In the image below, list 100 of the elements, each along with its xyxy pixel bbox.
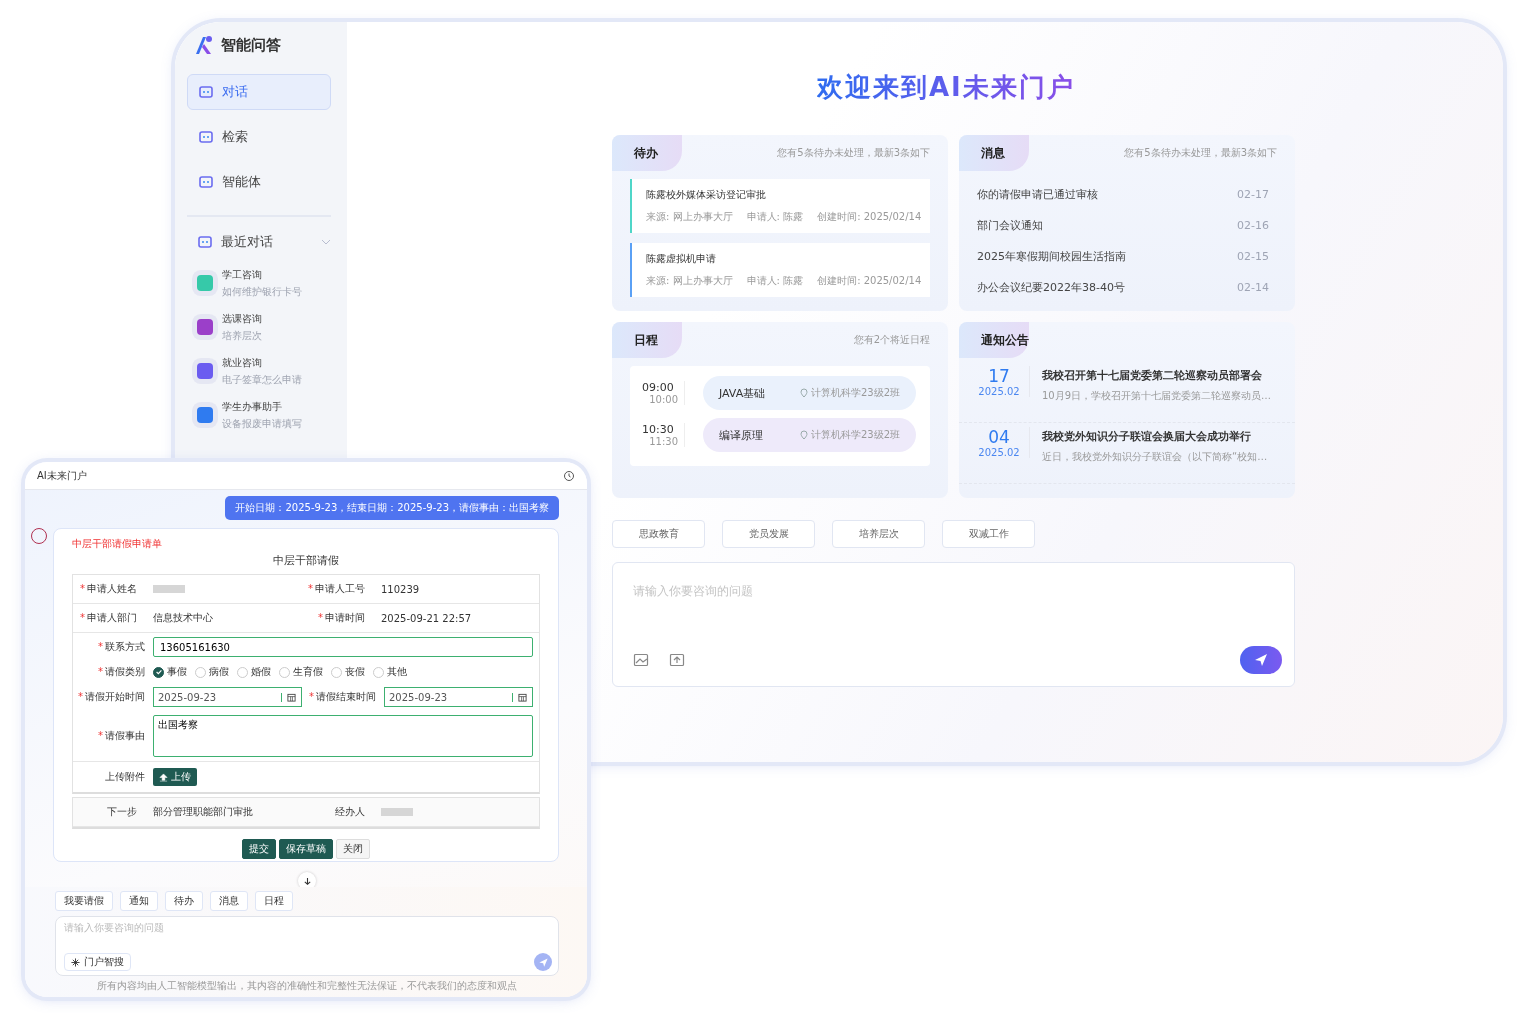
todo-item[interactable]: 陈露虚拟机申请 来源: 网上办事大厅 申请人: 陈露 创建时间: 2025/02/14 (630, 243, 930, 297)
paper-plane-icon (1253, 652, 1269, 668)
form-button[interactable]: 提交 (242, 839, 276, 859)
leave-type-option[interactable]: 丧假 (331, 665, 365, 679)
history-icon[interactable] (563, 469, 575, 482)
todo-applicant: 申请人: 陈露 (746, 274, 804, 288)
send-button[interactable] (1240, 646, 1282, 674)
notice-day: 17 (988, 366, 1010, 386)
form-note: 中层干部请假申请单 (72, 537, 163, 551)
field-value: 2025-09-21 22:57 (380, 612, 473, 624)
leave-type-option[interactable]: 事假 (153, 665, 187, 679)
nav-item[interactable]: 对话 (187, 74, 331, 110)
card-title: 日程 (612, 322, 682, 358)
scroll-down-button[interactable] (298, 872, 316, 887)
upload-button[interactable]: 上传 (153, 768, 197, 786)
field-label: * 申请人工号 (307, 582, 366, 596)
leave-type-option[interactable]: 病假 (195, 665, 229, 679)
message-date: 02-14 (1237, 281, 1269, 294)
arrow-down-icon (302, 876, 312, 886)
message-title[interactable]: 部门会议通知 (977, 218, 1043, 233)
field-label: * 请假事由 (97, 729, 146, 743)
field-label: * 请假类别 (97, 665, 146, 679)
notice-title[interactable]: 我校召开第十七届党委第二轮巡察动员部署会 (1042, 369, 1272, 383)
notice-title[interactable]: 我校党外知识分子联谊会换届大会成功举行 (1042, 430, 1268, 444)
field-label: * 请假开始时间 (77, 690, 146, 704)
field-label: 经办人 (334, 805, 366, 819)
message-date: 02-16 (1237, 219, 1269, 232)
topic-tag[interactable]: 思政教育 (612, 520, 705, 548)
message-title[interactable]: 你的请假申请已通过审核 (977, 187, 1098, 202)
question-field[interactable]: 请输入你要咨询的问题 门户智搜 (55, 916, 559, 976)
recent-chat-item[interactable]: 学工咨询 如何维护银行卡号 (187, 261, 331, 305)
quick-tag[interactable]: 我要请假 (55, 891, 113, 911)
upload-icon (159, 772, 168, 782)
field-label: * 申请人部门 (79, 611, 138, 625)
quick-tag[interactable]: 日程 (255, 891, 293, 911)
todo-source: 来源: 网上办事大厅 (646, 274, 733, 288)
notice-day: 04 (988, 427, 1010, 447)
chat-preview: 培养层次 (222, 328, 262, 343)
chat-preview: 如何维护银行卡号 (222, 284, 302, 299)
todo-date: 创建时间: 2025/02/14 (817, 210, 922, 224)
section-title: 最近对话 (221, 233, 274, 251)
card-summary: 您有5条待办未处理，最新3条如下 (777, 146, 931, 160)
location-pin-icon (799, 430, 808, 440)
todo-applicant: 申请人: 陈露 (746, 210, 804, 224)
app-title: 智能问答 (221, 35, 281, 55)
user-message: 开始日期：2025-9-23，结束日期：2025-9-23，请假事由：出国考察 (225, 496, 559, 520)
card-title: 通知公告 (959, 322, 1029, 358)
notice-month: 2025.02 (978, 386, 1020, 397)
card-title: 消息 (959, 135, 1029, 171)
nav-icon (198, 84, 214, 100)
upload-icon[interactable] (669, 652, 685, 668)
nav-icon (198, 174, 214, 190)
topic-tag[interactable]: 双减工作 (942, 520, 1035, 548)
field-label: * 申请时间 (317, 611, 366, 625)
leave-type-option[interactable]: 生育假 (279, 665, 323, 679)
end-time: 11:30 (649, 436, 678, 447)
notice-summary: 近日，我校党外知识分子联谊会（以下简称“校知… (1042, 450, 1268, 464)
chat-title: 学生办事助手 (222, 399, 283, 414)
recent-chat-item[interactable]: 选课咨询 培养层次 (187, 305, 331, 349)
message-date: 02-15 (1237, 250, 1269, 263)
recent-chat-item[interactable]: 学生办事助手 设备报废申请填写 (187, 393, 331, 437)
todo-item[interactable]: 陈露校外媒体采访登记审批 来源: 网上办事大厅 申请人: 陈露 创建时间: 2025/02/14 (630, 179, 930, 233)
leave-type-option[interactable]: 其他 (373, 665, 407, 679)
todo-source: 来源: 网上办事大厅 (646, 210, 733, 224)
image-icon[interactable] (633, 652, 649, 668)
leave-type-option[interactable]: 婚假 (237, 665, 271, 679)
course-pill[interactable]: JAVA基础 计算机科学23级2班 (703, 376, 916, 410)
sparkle-icon (71, 957, 80, 967)
contact-field[interactable]: 13605161630 (153, 637, 533, 657)
topic-tag[interactable]: 培养层次 (832, 520, 925, 548)
date-field[interactable]: 2025-09-23 (384, 687, 533, 707)
quick-tag[interactable]: 消息 (210, 891, 248, 911)
quick-tag[interactable]: 待办 (165, 891, 203, 911)
form-button[interactable]: 关闭 (336, 839, 370, 859)
field-label: 下一步 (106, 805, 138, 819)
card-summary: 您有2个将近日程 (853, 333, 931, 347)
date-field[interactable]: 2025-09-23 (153, 687, 302, 707)
start-time: 10:30 (642, 423, 675, 436)
start-time: 09:00 (642, 381, 675, 394)
topic-tag[interactable]: 党员发展 (722, 520, 815, 548)
reason-field[interactable]: 出国考察 (153, 715, 533, 757)
search-tool-button[interactable]: 门户智搜 (64, 953, 131, 971)
nav-item[interactable]: 检索 (187, 119, 331, 155)
chat-preview: 电子签章怎么申请 (222, 372, 302, 387)
form-button[interactable]: 保存草稿 (279, 839, 333, 859)
field-value: 110239 (380, 583, 421, 595)
field-value: 部分管理职能部门审批 (152, 805, 254, 819)
message-title[interactable]: 办公会议纪要2022年38-40号 (977, 280, 1125, 295)
todo-date: 创建时间: 2025/02/14 (817, 274, 922, 288)
location-pin-icon (799, 388, 808, 398)
recent-chat-item[interactable]: 就业咨询 电子签章怎么申请 (187, 349, 331, 393)
nav-item[interactable]: 智能体 (187, 164, 331, 200)
disclaimer: 所有内容均由人工智能模型输出，其内容的准确性和完整性无法保证，不代表我们的态度和观点 (96, 979, 518, 993)
quick-tag[interactable]: 通知 (120, 891, 158, 911)
window-title: AI未来门户 (37, 468, 87, 483)
paper-plane-icon (537, 956, 549, 968)
course-pill[interactable]: 编译原理 计算机科学23级2班 (703, 418, 916, 452)
chat-title: 就业咨询 (222, 355, 263, 370)
todo-title: 陈露校外媒体采访登记审批 (646, 188, 767, 202)
message-title[interactable]: 2025年寒假期间校园生活指南 (977, 249, 1126, 264)
